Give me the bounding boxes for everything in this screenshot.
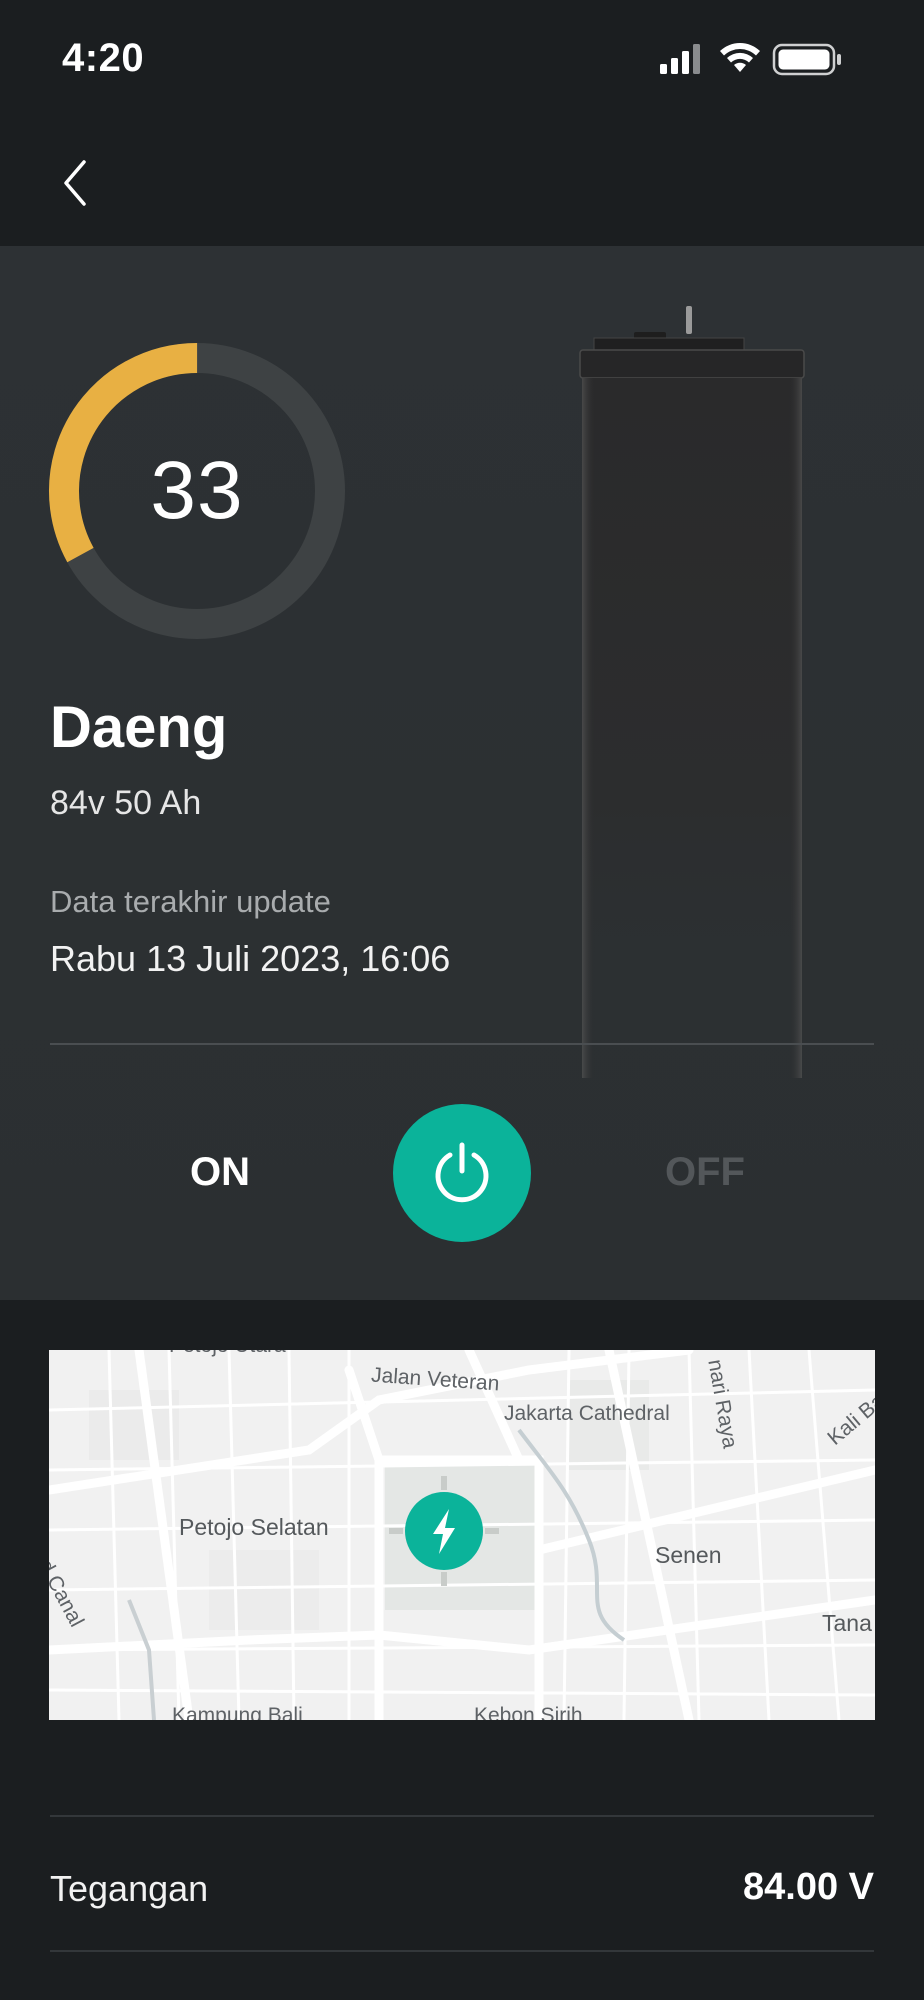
status-icons: [660, 42, 880, 78]
power-on-toggle[interactable]: ON: [160, 1150, 280, 1195]
battery-spec: 84v 50 Ah: [50, 784, 202, 822]
signal-icon: [660, 44, 700, 74]
battery-name: Daeng: [50, 695, 228, 760]
map-label: Jakarta Cathedral: [504, 1402, 670, 1425]
map-label: Kebon Sirih: [474, 1704, 583, 1720]
panel-divider: [50, 1043, 874, 1045]
location-map[interactable]: Petojo Utara Jalan Veteran Jakarta Cathe…: [49, 1350, 875, 1720]
battery-pack-image: [579, 306, 805, 1078]
wifi-icon: [720, 43, 760, 72]
chevron-left-icon: [64, 160, 86, 206]
map-label: Senen: [655, 1542, 722, 1568]
map-label: Tana: [822, 1610, 872, 1636]
power-icon: [435, 1142, 489, 1203]
charge-level-value: 33: [150, 445, 244, 536]
charging-location-marker[interactable]: [389, 1476, 499, 1586]
row-divider: [50, 1950, 874, 1952]
last-update-label: Data terakhir update: [50, 884, 331, 919]
row-divider: [50, 1815, 874, 1817]
last-update-value: Rabu 13 Juli 2023, 16:06: [50, 938, 451, 979]
map-label: Petojo Utara: [169, 1350, 286, 1358]
voltage-label: Tegangan: [50, 1868, 209, 1909]
power-off-toggle[interactable]: OFF: [640, 1150, 770, 1195]
map-label: Kampung Bali: [172, 1704, 303, 1720]
back-button[interactable]: [56, 154, 100, 212]
status-bar: 4:20: [0, 0, 924, 120]
battery-panel: 33 Daeng 84v 50 Ah Data terakhir update …: [0, 246, 924, 1300]
status-time: 4:20: [62, 36, 145, 80]
battery-icon: [772, 43, 841, 76]
nav-bar: [0, 120, 924, 246]
map-label: Petojo Selatan: [179, 1514, 329, 1540]
power-button[interactable]: [393, 1104, 531, 1242]
voltage-value: 84.00 V: [743, 1866, 874, 1908]
